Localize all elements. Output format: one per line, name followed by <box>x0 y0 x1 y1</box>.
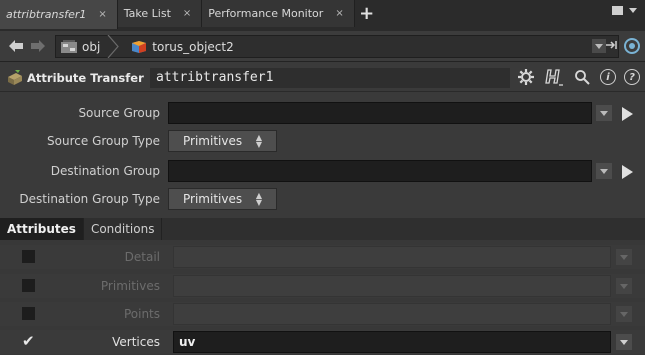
vertices-checkbox[interactable]: ✔ <box>22 334 35 349</box>
question-icon[interactable]: ? <box>624 69 640 85</box>
up-down-arrows-icon: ▲ ▼ <box>255 133 262 149</box>
close-tab-icon[interactable]: × <box>335 8 343 19</box>
pane-menu[interactable] <box>612 6 637 15</box>
breadcrumb-item-torus-object2[interactable]: torus_object2 <box>152 40 233 54</box>
chevron-down-icon <box>600 168 608 174</box>
select-arrow-icon[interactable] <box>622 165 633 179</box>
tab-conditions[interactable]: Conditions <box>84 218 163 240</box>
attrib-row-points: Points <box>0 302 645 326</box>
folder-tabs: Attributes Conditions <box>0 218 645 240</box>
breadcrumb: obj torus_object2 <box>55 35 619 58</box>
pin-icon[interactable] <box>606 39 620 54</box>
node-type-label: Attribute Transfer <box>27 71 144 85</box>
close-tab-icon[interactable]: × <box>98 9 106 20</box>
magnifier-icon[interactable] <box>572 67 592 87</box>
breadcrumb-item-obj[interactable]: obj <box>82 40 100 54</box>
vertices-attrib-field[interactable]: uv <box>173 331 611 353</box>
close-tab-icon[interactable]: × <box>183 8 191 19</box>
source-group-dropdown[interactable] <box>596 105 612 121</box>
chevron-down-icon <box>600 110 608 116</box>
detail-checkbox[interactable] <box>22 250 35 263</box>
add-tab-button[interactable]: + <box>355 0 379 27</box>
destination-group-dropdown[interactable] <box>596 163 612 179</box>
source-group-label: Source Group <box>78 106 160 120</box>
destination-group-type-label: Destination Group Type <box>19 192 160 206</box>
chevron-down-icon <box>620 339 628 345</box>
help-h-icon[interactable] <box>544 67 564 87</box>
param-destination-group: Destination Group <box>0 159 645 183</box>
attrib-row-vertices: ✔ Vertices uv <box>0 330 645 354</box>
link-target-icon[interactable] <box>624 38 640 54</box>
attrib-row-detail: Detail <box>0 245 645 269</box>
gear-icon[interactable] <box>516 67 536 87</box>
chevron-down-icon <box>620 283 628 289</box>
detail-label: Detail <box>124 250 160 264</box>
primitives-attrib-field[interactable] <box>173 275 611 297</box>
primitives-label: Primitives <box>100 279 160 293</box>
primitives-checkbox[interactable] <box>22 279 35 292</box>
points-attrib-field[interactable] <box>173 303 611 325</box>
tab-label: Take List <box>123 7 171 20</box>
vertices-attrib-dropdown[interactable] <box>616 334 632 350</box>
tab-performance-monitor[interactable]: Performance Monitor × <box>202 0 355 27</box>
tab-label: Performance Monitor <box>208 7 324 20</box>
chevron-down-icon[interactable] <box>629 8 637 13</box>
geometry-object-icon <box>132 40 147 53</box>
attribute-transfer-node-icon <box>8 70 22 85</box>
menu-value: Primitives <box>183 192 243 206</box>
points-attrib-dropdown[interactable] <box>616 306 632 322</box>
vertices-label: Vertices <box>112 335 160 349</box>
param-source-group: Source Group <box>0 101 645 125</box>
select-arrow-icon[interactable] <box>622 107 633 121</box>
obj-network-icon <box>61 39 77 53</box>
chevron-down-icon <box>595 43 603 49</box>
pane-tab-bar: attribtransfer1 × Take List × Performanc… <box>0 0 645 31</box>
source-group-type-label: Source Group Type <box>47 134 160 148</box>
tab-attributes[interactable]: Attributes <box>0 218 84 240</box>
up-down-arrows-icon: ▲ ▼ <box>255 191 262 207</box>
breadcrumb-separator <box>107 35 120 58</box>
info-icon[interactable]: i <box>600 69 616 85</box>
path-bar: obj torus_object2 <box>0 31 645 62</box>
tab-label: attribtransfer1 <box>6 8 87 21</box>
tab-attribtransfer1[interactable]: attribtransfer1 × <box>0 0 118 29</box>
source-group-field[interactable] <box>168 102 592 124</box>
destination-group-type-menu[interactable]: Primitives ▲ ▼ <box>168 188 277 210</box>
points-label: Points <box>123 307 160 321</box>
tab-take-list[interactable]: Take List × <box>117 0 203 27</box>
attrib-row-primitives: Primitives <box>0 274 645 298</box>
menu-value: Primitives <box>183 134 243 148</box>
param-destination-group-type: Destination Group Type Primitives ▲ ▼ <box>0 187 645 211</box>
destination-group-field[interactable] <box>168 160 592 182</box>
points-checkbox[interactable] <box>22 307 35 320</box>
param-source-group-type: Source Group Type Primitives ▲ ▼ <box>0 129 645 153</box>
destination-group-label: Destination Group <box>50 164 160 178</box>
chevron-down-icon <box>620 254 628 260</box>
node-header-tools: i ? <box>516 67 640 87</box>
primitives-attrib-dropdown[interactable] <box>616 278 632 294</box>
source-group-type-menu[interactable]: Primitives ▲ ▼ <box>168 130 277 152</box>
pane-layout-icon[interactable] <box>612 6 623 15</box>
detail-attrib-field[interactable] <box>173 246 611 268</box>
forward-arrow-icon[interactable] <box>30 38 46 57</box>
node-name-field[interactable]: attribtransfer1 <box>150 68 510 88</box>
path-history-dropdown[interactable] <box>592 39 606 53</box>
chevron-down-icon <box>620 311 628 317</box>
node-header: Attribute Transfer attribtransfer1 i ? <box>0 63 645 92</box>
detail-attrib-dropdown[interactable] <box>616 249 632 265</box>
back-arrow-icon[interactable] <box>8 38 24 57</box>
